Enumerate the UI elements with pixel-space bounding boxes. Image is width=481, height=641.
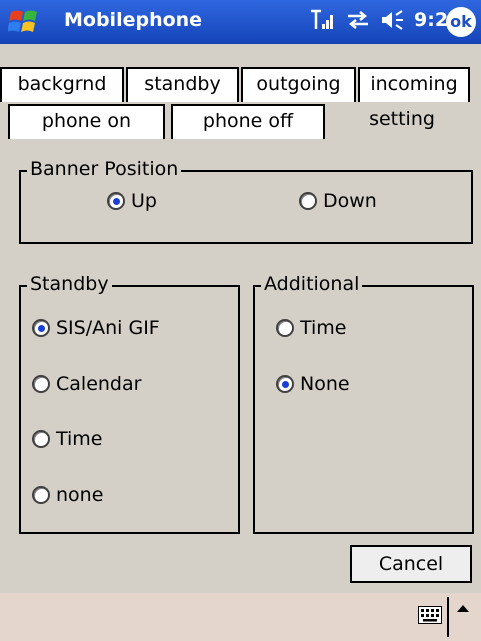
radio-circle[interactable] — [32, 430, 50, 448]
windows-start-icon[interactable] — [8, 7, 40, 37]
standby-label: Standby — [27, 273, 112, 295]
tab-incoming[interactable]: incoming — [358, 67, 470, 102]
status-icons: 9:27 — [310, 9, 461, 31]
radio-circle[interactable] — [107, 192, 125, 210]
radio-additional-none[interactable]: None — [276, 373, 350, 395]
cancel-button[interactable]: Cancel — [350, 545, 472, 583]
tab-row-1: backgrnd standby outgoing incoming — [0, 67, 472, 102]
window-title: Mobilephone — [64, 9, 203, 31]
radio-banner-down[interactable]: Down — [299, 190, 377, 212]
additional-label: Additional — [261, 273, 363, 295]
signal-icon[interactable] — [310, 9, 336, 31]
radio-label: none — [56, 484, 104, 506]
radio-standby-calendar[interactable]: Calendar — [32, 373, 141, 395]
tab-outgoing[interactable]: outgoing — [241, 67, 356, 102]
radio-label: SIS/Ani GIF — [56, 317, 160, 339]
radio-label: Time — [300, 317, 347, 339]
radio-label: Up — [131, 190, 157, 212]
tab-phone-off[interactable]: phone off — [171, 104, 325, 139]
separator — [447, 597, 449, 637]
radio-circle[interactable] — [276, 375, 294, 393]
tab-setting[interactable]: setting — [327, 104, 477, 139]
radio-standby-none[interactable]: none — [32, 484, 103, 506]
banner-position-label: Banner Position — [27, 158, 182, 180]
title-bar: Mobilephone 9:27 ok — [0, 0, 481, 44]
radio-circle[interactable] — [32, 319, 50, 337]
tab-backgrnd[interactable]: backgrnd — [0, 67, 124, 102]
radio-circle[interactable] — [276, 319, 294, 337]
radio-circle[interactable] — [32, 375, 50, 393]
tab-phone-on[interactable]: phone on — [8, 104, 165, 139]
ok-button[interactable]: ok — [446, 7, 476, 37]
radio-label: Down — [323, 190, 377, 212]
radio-label: None — [300, 373, 350, 395]
command-bar — [0, 593, 481, 641]
tab-row-2: phone on phone off setting — [0, 104, 479, 139]
input-menu-arrow-icon[interactable] — [456, 603, 470, 613]
radio-standby-time[interactable]: Time — [32, 428, 103, 450]
radio-standby-sis-ani-gif[interactable]: SIS/Ani GIF — [32, 317, 160, 339]
radio-circle[interactable] — [299, 192, 317, 210]
speaker-icon[interactable] — [380, 9, 404, 31]
keyboard-icon[interactable] — [418, 606, 442, 624]
banner-position-group: Banner Position — [19, 158, 473, 244]
radio-banner-up[interactable]: Up — [107, 190, 157, 212]
radio-additional-time[interactable]: Time — [276, 317, 347, 339]
radio-label: Time — [56, 428, 103, 450]
tab-standby[interactable]: standby — [126, 67, 239, 102]
sync-icon[interactable] — [346, 9, 370, 31]
radio-label: Calendar — [56, 373, 142, 395]
radio-circle[interactable] — [32, 486, 50, 504]
